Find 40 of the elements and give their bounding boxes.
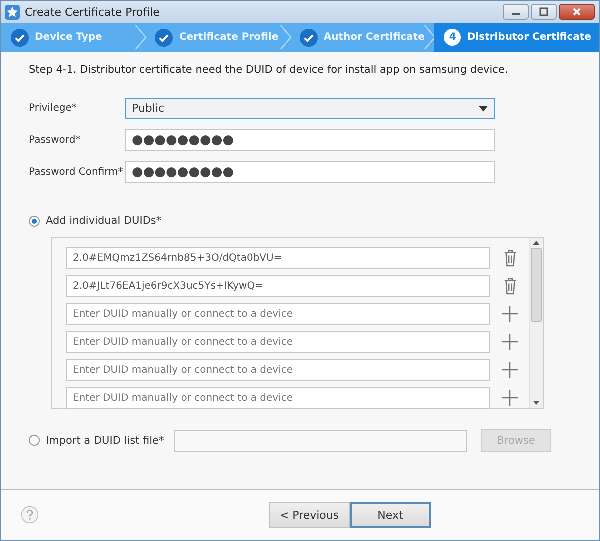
field-label: Password* [29, 134, 82, 146]
scrollbar[interactable] [529, 238, 543, 408]
wizard-button[interactable]: < Previous [269, 502, 350, 528]
wizard-button[interactable]: Next [350, 502, 431, 528]
chevron-icon [135, 23, 148, 52]
step-number: 4 [444, 29, 462, 46]
duid-field[interactable]: Enter DUID manually or connect to a device [66, 359, 490, 381]
maximize-button[interactable] [531, 4, 557, 20]
duid-field[interactable]: Enter DUID manually or connect to a device [66, 303, 490, 325]
window-title: Create Certificate Profile [25, 6, 160, 18]
password-field[interactable]: ●●●●●●●●● [125, 161, 495, 183]
field-label: Privilege* [29, 103, 78, 114]
close-button[interactable] [559, 4, 595, 20]
duid-field[interactable]: 2.0#JLt76EA1je6r9cX3uc5Ys+IKywQ= [66, 275, 490, 297]
radio-button[interactable] [29, 435, 40, 446]
privilege-dropdown[interactable]: Public [125, 98, 495, 119]
scroll-up-icon[interactable] [533, 241, 540, 245]
chevron-icon [424, 23, 436, 52]
radio-label: Import a DUID list file* [46, 434, 164, 446]
duid-field[interactable]: Enter DUID manually or connect to a device [66, 331, 490, 353]
step-label: Device Type [35, 32, 102, 43]
maximize-icon [539, 7, 549, 17]
duid-field[interactable]: 2.0#EMQmz1ZS64rnb85+3O/dQta0bVU= [66, 247, 490, 269]
step-label: Distributor Certificate [467, 32, 592, 43]
minimize-button[interactable] [503, 4, 529, 20]
instruction-text: Step 4-1. Distributor certificate need the DUID of device for install app on samsung device. [29, 64, 510, 76]
step-label: Author Certificate [324, 32, 425, 43]
help-icon[interactable] [21, 506, 39, 524]
dropdown-arrow-icon [479, 106, 488, 112]
field-label: Password Confirm* [29, 166, 124, 178]
star-icon [5, 4, 20, 20]
step-label: Certificate Profile [179, 32, 279, 43]
password-field[interactable]: ●●●●●●●●● [125, 129, 495, 151]
close-icon [572, 7, 582, 17]
file-path-field[interactable] [174, 430, 468, 452]
chevron-icon [280, 23, 292, 52]
duid-field[interactable]: Enter DUID manually or connect to a device [66, 387, 490, 409]
scroll-down-icon[interactable] [533, 401, 540, 405]
radio-button[interactable] [29, 216, 40, 226]
radio-label: Add individual DUIDs* [46, 215, 162, 227]
